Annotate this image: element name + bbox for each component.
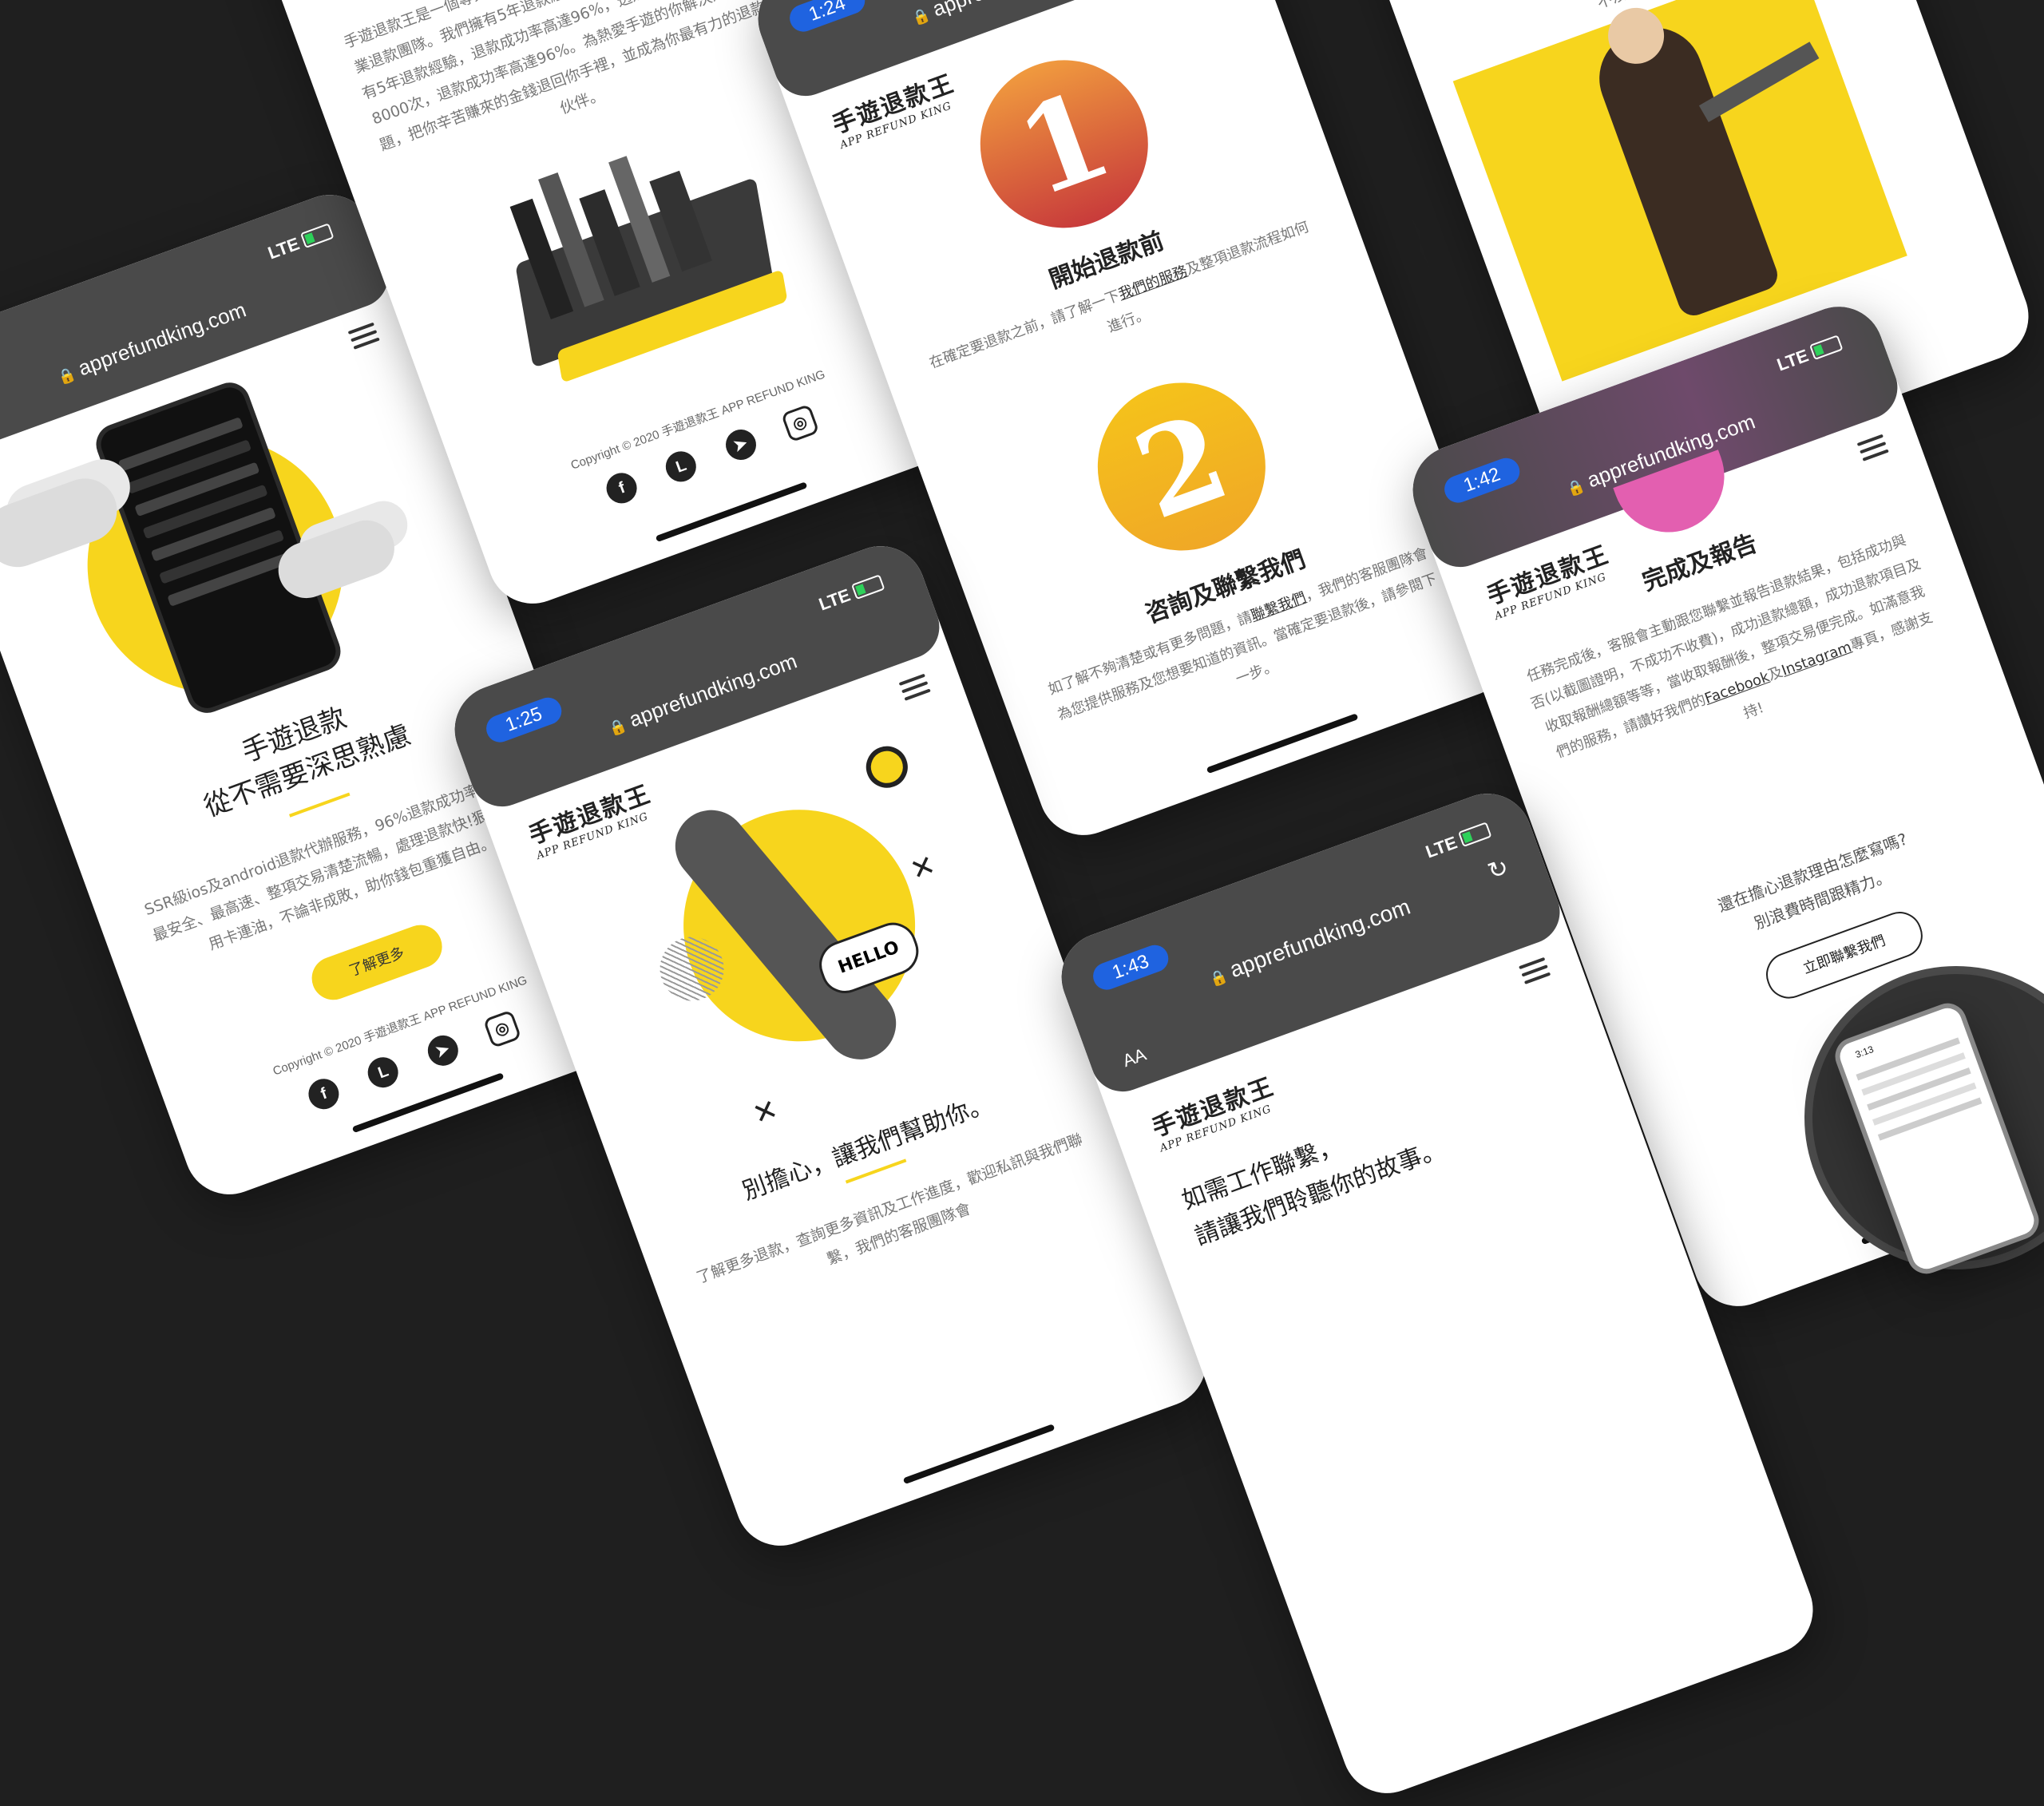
reader-aa-button[interactable]: AA bbox=[1120, 1044, 1149, 1071]
line-icon[interactable]: L bbox=[363, 1052, 403, 1092]
status-signal: LTE bbox=[1423, 820, 1493, 862]
phone-screen-mini: 3:13 bbox=[1829, 997, 2044, 1280]
social-links: f L ➤ ◎ bbox=[473, 357, 949, 555]
menu-icon[interactable] bbox=[898, 673, 933, 704]
step-2-badge: 2 bbox=[1074, 358, 1289, 575]
instagram-icon[interactable]: ◎ bbox=[482, 1009, 522, 1049]
line-icon[interactable]: L bbox=[661, 446, 701, 486]
character-illustration bbox=[1586, 14, 1782, 320]
home-indicator bbox=[1206, 713, 1359, 774]
telegram-icon[interactable]: ➤ bbox=[721, 425, 760, 465]
contact-body: 了解更多退款，查詢更多資訊及工作進度，歡迎私訊與我們聯繫，我們的客服團隊會 bbox=[694, 1130, 1086, 1287]
battery-icon bbox=[299, 223, 335, 249]
battery-icon bbox=[1808, 335, 1844, 361]
cross-mark-icon: ✕ bbox=[748, 1092, 782, 1132]
menu-icon[interactable] bbox=[347, 322, 382, 353]
step-1-badge: 1 bbox=[957, 36, 1172, 251]
home-indicator bbox=[902, 1424, 1056, 1485]
lock-icon: 🔒 bbox=[909, 6, 933, 28]
lock-icon: 🔒 bbox=[1207, 967, 1230, 989]
telegram-icon[interactable]: ➤ bbox=[423, 1031, 462, 1071]
city-illustration bbox=[482, 113, 794, 395]
browser-bar: 1:24 🔒apprefundking.com bbox=[745, 0, 1252, 105]
facebook-icon[interactable]: f bbox=[602, 468, 642, 508]
lock-icon: 🔒 bbox=[606, 716, 629, 739]
status-signal: LTE bbox=[1774, 333, 1844, 375]
learn-more-button[interactable]: 了解更多 bbox=[305, 919, 449, 1006]
status-signal: LTE bbox=[265, 221, 335, 263]
browser-bar: 1:43 LTE 🔒apprefundking.com AA ↻ bbox=[1048, 781, 1569, 1101]
menu-icon[interactable] bbox=[1856, 434, 1891, 465]
battery-icon bbox=[1457, 822, 1492, 848]
work-contact-headline: 如需工作聯繫， 請讓我們聆聽你的故事。 bbox=[1178, 1131, 1449, 1252]
url-bar[interactable]: 🔒apprefundking.com bbox=[1072, 846, 1547, 1039]
lock-icon: 🔒 bbox=[55, 365, 78, 387]
menu-icon[interactable] bbox=[1519, 956, 1552, 988]
battery-icon bbox=[850, 574, 885, 600]
lock-icon: 🔒 bbox=[1564, 477, 1587, 499]
small-record-icon bbox=[860, 740, 914, 794]
status-signal: LTE bbox=[816, 572, 886, 615]
headline-underline bbox=[289, 792, 351, 818]
cross-mark-icon: ✕ bbox=[905, 848, 941, 888]
facebook-icon[interactable]: f bbox=[304, 1074, 344, 1114]
instagram-icon[interactable]: ◎ bbox=[780, 403, 820, 443]
status-time: 3:13 bbox=[1853, 1043, 1876, 1061]
home-indicator bbox=[655, 481, 808, 543]
brand-logo[interactable]: 手遊退款王 APP REFUND KING bbox=[1147, 1064, 1290, 1155]
